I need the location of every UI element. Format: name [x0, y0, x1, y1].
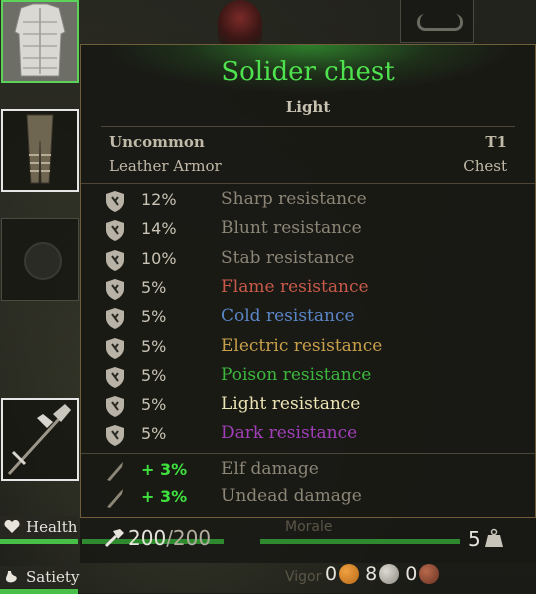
item-tier: T1: [485, 133, 507, 151]
health-label: Health: [26, 518, 78, 536]
gold-amount: 0: [325, 563, 338, 585]
dark-shield-icon: [106, 425, 124, 447]
equip-slot-chest[interactable]: [1, 0, 79, 83]
stab-shield-icon: [106, 249, 124, 271]
light-shield-icon: [106, 396, 124, 418]
item-tooltip: Solider chest Light Uncommon T1 Leather …: [80, 44, 536, 518]
leg-armor-icon: [26, 114, 54, 184]
hammer-icon: [104, 529, 124, 548]
resistance-value: 5%: [141, 307, 167, 327]
item-rarity: Uncommon: [109, 133, 205, 151]
divider: [81, 183, 535, 184]
item-title: Solider chest: [221, 57, 395, 87]
item-slot: Chest: [463, 157, 507, 175]
resistance-row: 5% Electric resistance: [101, 335, 515, 361]
item-material: Leather Armor: [109, 157, 222, 175]
halberd-icon: [7, 404, 71, 476]
blunt-shield-icon: [106, 220, 124, 242]
resistance-value: 5%: [141, 277, 167, 297]
durability-max: /200: [166, 526, 212, 550]
gold-coin-icon: [339, 564, 360, 584]
damage-bonus-value: + 3%: [141, 487, 188, 506]
resistance-value: 10%: [141, 248, 177, 268]
ring-icon: [417, 14, 463, 31]
resistance-label: Stab resistance: [221, 247, 355, 268]
resistance-label: Cold resistance: [221, 306, 355, 327]
equip-slot-weapon[interactable]: [1, 398, 79, 481]
cold-shield-icon: [106, 308, 124, 330]
health-bar: [0, 539, 78, 544]
resistance-row: 5% Dark resistance: [101, 422, 515, 448]
stomach-icon: [6, 571, 17, 583]
resistance-value: 5%: [141, 424, 167, 444]
item-weight-class: Light: [285, 98, 331, 116]
equip-slot-legs[interactable]: [1, 109, 79, 192]
resistance-value: 14%: [141, 219, 177, 239]
resistance-row: 10% Stab resistance: [101, 247, 515, 273]
damage-bonus-label: Undead damage: [221, 486, 362, 506]
resistance-row: 5% Poison resistance: [101, 364, 515, 390]
resistance-row: 5% Cold resistance: [101, 305, 515, 331]
durability-current: 200: [128, 526, 167, 550]
vigor-label: Vigor: [285, 569, 322, 585]
resistance-row: 5% Light resistance: [101, 393, 515, 419]
damage-bonus-row: + 3% Elf damage: [101, 458, 515, 484]
chest-armor-icon: [14, 3, 66, 77]
morale-bar: [260, 539, 460, 544]
resistance-value: 5%: [141, 395, 167, 415]
resistance-row: 5% Flame resistance: [101, 276, 515, 302]
silver-amount: 8: [365, 563, 378, 585]
resistance-row: 12% Sharp resistance: [101, 188, 515, 214]
resistance-value: 5%: [141, 336, 167, 356]
resistance-label: Sharp resistance: [221, 189, 367, 209]
electric-shield-icon: [106, 337, 124, 359]
damage-bonus-value: + 3%: [141, 460, 188, 479]
resistance-label: Electric resistance: [221, 335, 383, 356]
resistance-value: 12%: [141, 190, 177, 209]
poison-shield-icon: [106, 366, 124, 388]
morale-label: Morale: [285, 519, 333, 535]
heart-icon: [4, 520, 20, 533]
resistance-label: Blunt resistance: [221, 218, 362, 239]
flame-shield-icon: [106, 278, 124, 300]
copper-amount: 0: [405, 563, 418, 585]
satiety-label: Satiety: [26, 568, 80, 586]
sword-icon: [107, 489, 123, 508]
shield-placeholder-icon: [24, 242, 62, 280]
divider: [81, 453, 535, 454]
sharp-shield-icon: [106, 191, 124, 212]
resistance-row: 14% Blunt resistance: [101, 217, 515, 243]
character-portrait: [218, 0, 262, 46]
satiety-bar: [0, 589, 78, 594]
top-right-slot[interactable]: [400, 0, 474, 43]
silver-coin-icon: [379, 564, 400, 584]
copper-coin-icon: [419, 564, 440, 584]
equip-slot-offhand[interactable]: [1, 218, 79, 301]
damage-bonus-label: Elf damage: [221, 459, 319, 479]
resistance-label: Flame resistance: [221, 276, 369, 297]
durability-readout: 200/200: [128, 526, 211, 550]
sword-icon: [107, 462, 123, 481]
resistance-label: Dark resistance: [221, 423, 358, 444]
resistance-label: Light resistance: [221, 394, 361, 415]
weight-icon: [485, 528, 503, 547]
weight-value: 5: [468, 527, 481, 551]
divider: [101, 126, 515, 127]
currency-display: 0 8 0: [325, 563, 443, 585]
resistance-value: 5%: [141, 365, 167, 385]
damage-bonus-row: + 3% Undead damage: [101, 485, 515, 511]
resistance-label: Poison resistance: [221, 364, 372, 385]
